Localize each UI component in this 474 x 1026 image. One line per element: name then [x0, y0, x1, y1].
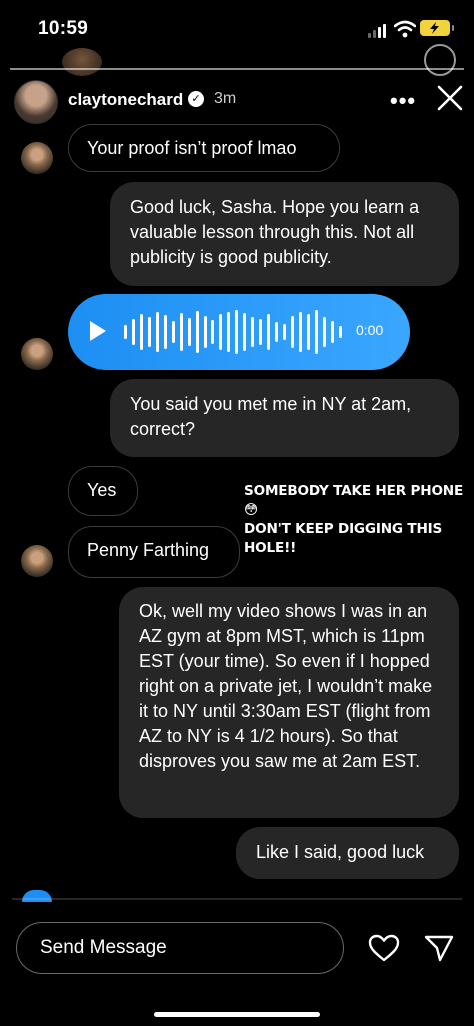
message-bubble-incoming[interactable]: Yes: [68, 466, 138, 516]
partial-avatar: [22, 890, 52, 902]
background-icon: [424, 44, 456, 76]
message-bubble-outgoing[interactable]: Like I said, good luck: [236, 827, 459, 879]
story-progress-bar: [10, 68, 464, 70]
caption-line-1: SOMEBODY TAKE HER PHONE 😳: [244, 483, 464, 518]
heart-icon[interactable]: [368, 934, 400, 962]
message-bubble-outgoing[interactable]: Good luck, Sasha. Hope you learn a valua…: [110, 182, 459, 286]
message-bubble-incoming[interactable]: Penny Farthing: [68, 526, 240, 578]
divider: [12, 898, 462, 900]
more-icon[interactable]: •••: [390, 88, 416, 114]
background-avatar: [62, 48, 102, 76]
profile-username[interactable]: claytonechard: [68, 90, 183, 110]
verified-icon: ✓: [188, 91, 204, 107]
close-icon[interactable]: [436, 84, 464, 112]
voice-waveform: [124, 310, 342, 354]
signal-icon: [368, 24, 386, 38]
voice-duration: 0:00: [356, 322, 384, 338]
send-icon[interactable]: [424, 934, 454, 962]
send-message-placeholder: Send Message: [40, 937, 167, 958]
home-indicator: [154, 1012, 320, 1017]
sender-avatar: [21, 142, 53, 174]
post-time: 3m: [214, 90, 237, 107]
battery-icon: [420, 20, 454, 36]
sender-avatar: [21, 545, 53, 577]
message-bubble-outgoing[interactable]: Ok, well my video shows I was in an AZ g…: [119, 587, 459, 818]
profile-avatar[interactable]: [14, 80, 58, 124]
message-bubble-outgoing[interactable]: You said you met me in NY at 2am, correc…: [110, 379, 459, 457]
sender-avatar: [21, 338, 53, 370]
caption-line-2: DON'T KEEP DIGGING THIS HOLE!!: [244, 521, 443, 556]
overlay-caption: SOMEBODY TAKE HER PHONE 😳 DON'T KEEP DIG…: [244, 482, 474, 558]
wifi-icon: [394, 20, 416, 38]
message-bubble-incoming[interactable]: Your proof isn’t proof lmao: [68, 124, 340, 172]
play-icon[interactable]: [90, 321, 106, 341]
status-time: 10:59: [38, 18, 89, 39]
